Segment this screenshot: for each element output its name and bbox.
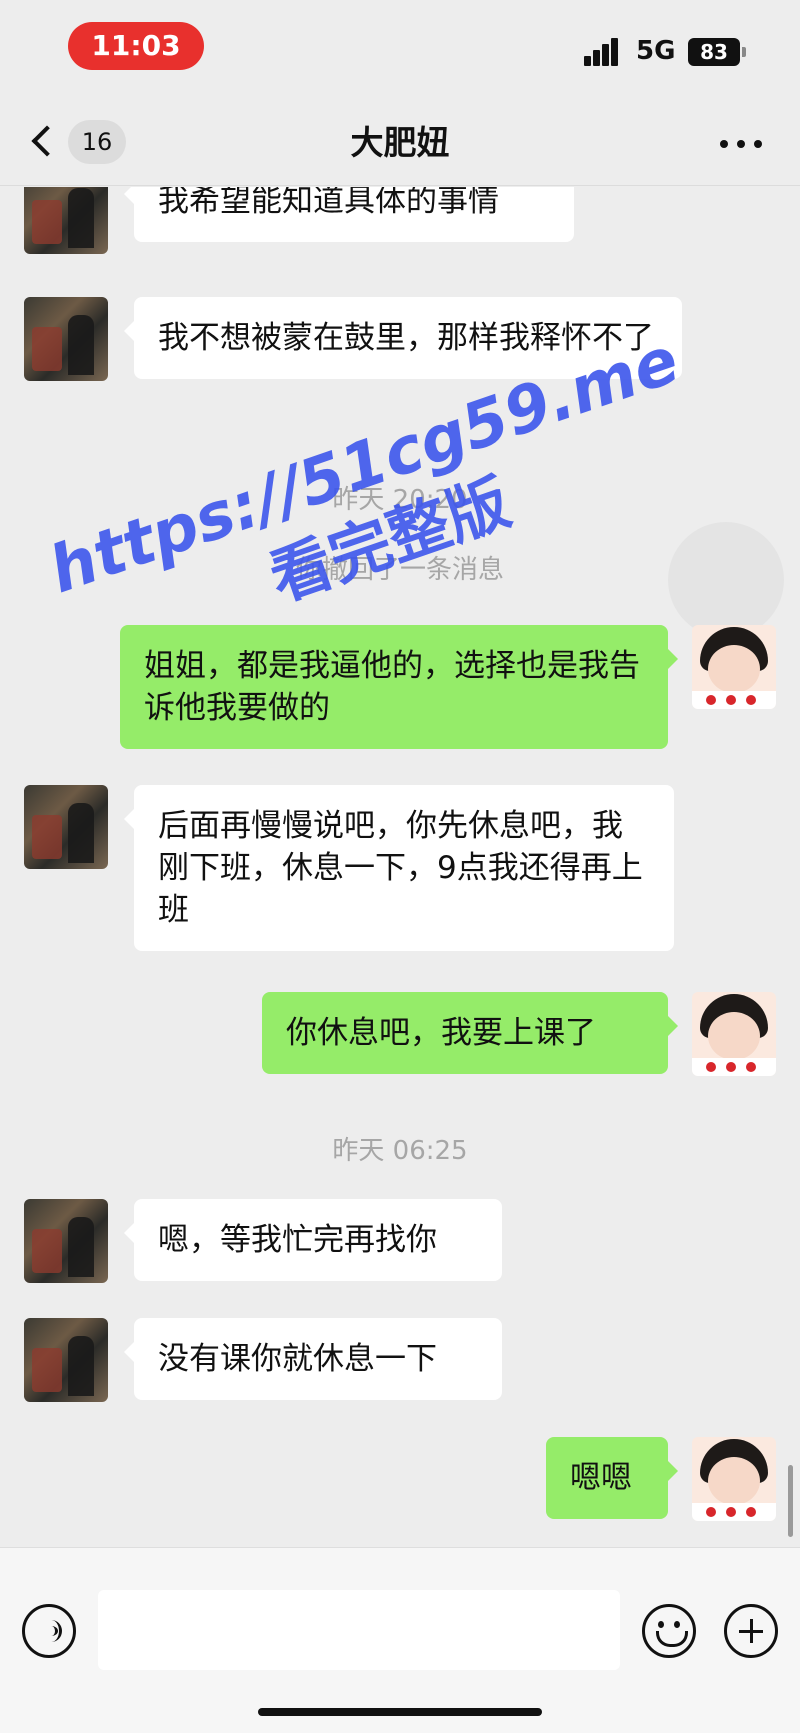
message-bubble[interactable]: 嗯，等我忙完再找你 <box>124 1199 502 1281</box>
emoji-button[interactable] <box>642 1604 696 1658</box>
message-bubble[interactable]: 你休息吧，我要上课了 <box>262 992 678 1074</box>
message-row: 嗯嗯 <box>0 1437 800 1527</box>
message-row: 姐姐，都是我逼他的，选择也是我告诉他我要做的 <box>0 625 800 755</box>
message-bubble[interactable]: 后面再慢慢说吧，你先休息吧，我刚下班，休息一下，9点我还得再上班 <box>124 785 674 951</box>
recall-notice: 你撤回了一条消息 <box>295 555 504 585</box>
contact-avatar[interactable] <box>24 1318 108 1402</box>
contact-avatar[interactable] <box>24 187 108 254</box>
more-options-button[interactable] <box>716 130 766 160</box>
unread-count-badge: 16 <box>68 120 126 164</box>
self-avatar[interactable] <box>692 1437 776 1521</box>
message-bubble[interactable]: 我希望能知道具体的事情 <box>124 187 574 242</box>
more-functions-button[interactable] <box>724 1604 778 1658</box>
home-indicator[interactable] <box>258 1708 542 1716</box>
network-type: 5G <box>636 36 676 66</box>
contact-avatar[interactable] <box>24 785 108 869</box>
message-row: 嗯，等我忙完再找你 <box>0 1199 800 1289</box>
contact-avatar[interactable] <box>24 1199 108 1283</box>
message-input[interactable] <box>98 1590 620 1670</box>
message-bubble[interactable]: 姐姐，都是我逼他的，选择也是我告诉他我要做的 <box>120 625 678 749</box>
message-bubble[interactable]: 没有课你就休息一下 <box>124 1318 502 1400</box>
chat-header: 大肥妞 16 <box>0 100 800 186</box>
voice-input-button[interactable] <box>22 1604 76 1658</box>
timestamp: 昨天 06:25 <box>332 1136 468 1166</box>
message-row: 我希望能知道具体的事情 <box>0 187 800 270</box>
scrollbar[interactable] <box>788 1465 793 1537</box>
message-bubble[interactable]: 嗯嗯 <box>546 1437 678 1519</box>
status-time: 11:03 <box>68 22 204 70</box>
more-dots-icon <box>720 140 728 148</box>
self-avatar[interactable] <box>692 992 776 1076</box>
contact-avatar[interactable] <box>24 297 108 381</box>
message-row: 后面再慢慢说吧，你先休息吧，我刚下班，休息一下，9点我还得再上班 <box>0 785 800 961</box>
input-bar <box>0 1547 800 1733</box>
signal-icon <box>584 36 626 66</box>
message-row: 我不想被蒙在鼓里，那样我释怀不了 <box>0 297 800 427</box>
message-row: 没有课你就休息一下 <box>0 1318 800 1408</box>
status-bar: 11:03 5G 83 <box>0 0 800 100</box>
battery-icon: 83 <box>688 38 746 66</box>
message-list[interactable]: 我希望能知道具体的事情 我不想被蒙在鼓里，那样我释怀不了 昨天 20:20 你撤… <box>0 187 800 1547</box>
message-row: 你休息吧，我要上课了 <box>0 992 800 1082</box>
self-avatar[interactable] <box>692 625 776 709</box>
message-bubble[interactable]: 我不想被蒙在鼓里，那样我释怀不了 <box>124 297 682 379</box>
timestamp: 昨天 20:20 <box>332 485 468 515</box>
chevron-left-icon <box>31 125 63 157</box>
back-button[interactable]: 16 <box>28 118 132 168</box>
